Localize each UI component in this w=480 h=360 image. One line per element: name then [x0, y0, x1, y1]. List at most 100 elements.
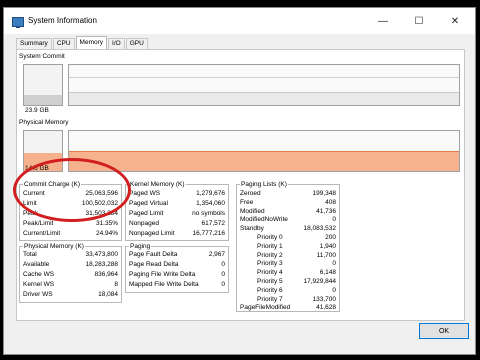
close-button[interactable]: ✕ — [441, 8, 469, 34]
paging-lists-row-label: Priority 1 — [257, 242, 283, 250]
tab-gpu[interactable]: GPU — [125, 38, 148, 49]
paging-lists-row-label: Free — [240, 198, 254, 206]
paging-lists-row-value: 0 — [332, 216, 336, 224]
paging-lists-row: Zeroed 199,348 — [237, 190, 339, 199]
paging-row: Mapped File Write Delta 0 — [126, 281, 228, 290]
paging-lists-row: ModifiedNoWrite 0 — [237, 216, 339, 225]
paging-lists-row: Priority 1 1,940 — [237, 243, 339, 252]
paging-lists-row-value: 0 — [332, 260, 336, 268]
commit-charge-row: Limit 100,502,032 — [20, 200, 121, 209]
kernel-memory-row: Paged Virtual 1,354,060 — [126, 200, 228, 209]
kernel-memory-row-value: 617,572 — [201, 220, 226, 227]
commit-charge-row-value: 25,063,596 — [85, 190, 118, 197]
physical-memory-row-label: Available — [23, 261, 50, 268]
paging-row: Paging File Write Delta 0 — [126, 271, 228, 280]
paging-lists-row-value: 11,700 — [316, 251, 336, 259]
kernel-memory-row-value: 1,354,060 — [196, 200, 225, 207]
physical-memory-row-value: 18,084 — [98, 291, 118, 298]
physical-memory-row-value: 33,473,800 — [85, 251, 118, 258]
physical-memory-row-label: Driver WS — [23, 291, 53, 298]
paging-lists-row-value: 41,628 — [316, 304, 336, 312]
commit-charge-row-value: 24.94% — [95, 230, 118, 237]
physical-memory-row: Total 33,473,800 — [20, 251, 121, 260]
paging-lists-row: Modified 41,736 — [237, 208, 339, 217]
kernel-memory-row-label: Nonpaged — [129, 220, 159, 227]
kernel-memory-row: Paged WS 1,279,676 — [126, 190, 228, 199]
paging-lists-row-label: PageFileModified — [240, 304, 291, 312]
minimize-button[interactable]: — — [369, 8, 397, 34]
paging-lists-row-label: Priority 7 — [257, 295, 283, 303]
paging-row-value: 0 — [221, 281, 225, 288]
physical-memory-row: Available 18,283,288 — [20, 261, 121, 270]
kernel-memory-row-value: 1,279,676 — [196, 190, 225, 197]
commit-charge-row: Current 25,063,596 — [20, 190, 121, 199]
commit-charge-title: Commit Charge (K) — [23, 181, 81, 188]
kernel-memory-title: Kernel Memory (K) — [129, 181, 186, 188]
system-information-window: System Information — ☐ ✕ Summary CPU Mem… — [3, 7, 476, 355]
commit-charge-row-value: 100,502,032 — [81, 200, 118, 207]
physical-memory-history-graph — [68, 130, 460, 172]
commit-charge-row: Peak/Limit 31.35% — [20, 220, 121, 229]
paging-row-label: Page Fault Delta — [129, 251, 178, 258]
paging-group: Paging Page Fault Delta 2,967 Page Read De… — [125, 243, 229, 293]
paging-row-value: 0 — [221, 261, 225, 268]
paging-row-label: Page Read Delta — [129, 261, 179, 268]
paging-lists-row: Priority 3 0 — [237, 260, 339, 269]
paging-lists-row: Priority 6 0 — [237, 287, 339, 296]
physical-memory-group: Physical Memory (K) Total 33,473,800 Avail… — [19, 243, 122, 303]
paging-lists-row-label: Priority 2 — [257, 251, 283, 259]
paging-lists-row: Priority 5 17,929,844 — [237, 278, 339, 287]
window-title: System Information — [28, 16, 97, 25]
paging-lists-row-label: Modified — [240, 207, 265, 215]
paging-lists-row: Priority 0 200 — [237, 234, 339, 243]
system-commit-label: System Commit — [19, 53, 65, 60]
physical-memory-row: Kernel WS 8 — [20, 281, 121, 290]
paging-lists-row-label: ModifiedNoWrite — [240, 216, 288, 224]
monitor-icon — [12, 17, 24, 28]
paging-row-label: Mapped File Write Delta — [129, 281, 199, 288]
tab-io[interactable]: I/O — [108, 38, 125, 49]
physical-memory-row: Driver WS 18,084 — [20, 291, 121, 300]
kernel-memory-row-label: Paged Virtual — [129, 200, 168, 207]
physical-memory-row-value: 8 — [114, 281, 118, 288]
commit-charge-group: Commit Charge (K) Current 25,063,596 Limit… — [19, 181, 122, 241]
tab-summary[interactable]: Summary — [16, 38, 52, 49]
commit-charge-row-label: Current/Limit — [23, 230, 61, 237]
physical-memory-row-value: 836,964 — [94, 271, 119, 278]
ok-button[interactable]: OK — [419, 323, 469, 339]
kernel-memory-row-value: 16,777,216 — [192, 230, 225, 237]
system-commit-value: 23.9 GB — [25, 107, 49, 114]
tab-bar: Summary CPU Memory I/O GPU — [16, 36, 149, 49]
paging-row-label: Paging File Write Delta — [129, 271, 196, 278]
tab-cpu[interactable]: CPU — [52, 38, 75, 49]
paging-lists-title: Paging Lists (K) — [240, 181, 288, 188]
kernel-memory-row-value: no symbols — [192, 210, 225, 217]
kernel-memory-row-label: Paged WS — [129, 190, 161, 197]
paging-row: Page Read Delta 0 — [126, 261, 228, 270]
kernel-memory-row: Nonpaged Limit 16,777,216 — [126, 230, 228, 239]
kernel-memory-group: Kernel Memory (K) Paged WS 1,279,676 Paged… — [125, 181, 229, 241]
title-bar[interactable]: System Information — ☐ ✕ — [4, 8, 475, 34]
paging-lists-row: PageFileModified 41,628 — [237, 304, 339, 313]
commit-charge-row-value: 31.35% — [95, 220, 118, 227]
kernel-memory-row-label: Paged Limit — [129, 210, 164, 217]
paging-lists-row-value: 133,700 — [312, 295, 337, 303]
tab-memory[interactable]: Memory — [75, 36, 108, 49]
system-commit-fill — [24, 95, 62, 105]
paging-row: Page Fault Delta 2,967 — [126, 251, 228, 260]
system-commit-bar — [23, 64, 63, 106]
maximize-button[interactable]: ☐ — [405, 8, 433, 34]
physical-memory-title: Physical Memory (K) — [23, 243, 85, 250]
kernel-memory-row: Paged Limit no symbols — [126, 210, 228, 219]
commit-charge-row-label: Peak — [23, 210, 38, 217]
paging-lists-row-value: 17,929,844 — [303, 278, 336, 285]
paging-lists-row-label: Priority 4 — [257, 269, 283, 277]
physical-memory-row-label: Total — [23, 251, 37, 258]
paging-lists-row-label: Standby — [240, 225, 264, 233]
paging-row-value: 2,967 — [208, 251, 225, 258]
paging-lists-row-value: 408 — [325, 198, 336, 206]
system-commit-history-graph — [68, 64, 460, 106]
kernel-memory-row-label: Nonpaged Limit — [129, 230, 175, 237]
commit-charge-row-label: Current — [23, 190, 45, 197]
commit-charge-row: Peak 31,503,284 — [20, 210, 121, 219]
